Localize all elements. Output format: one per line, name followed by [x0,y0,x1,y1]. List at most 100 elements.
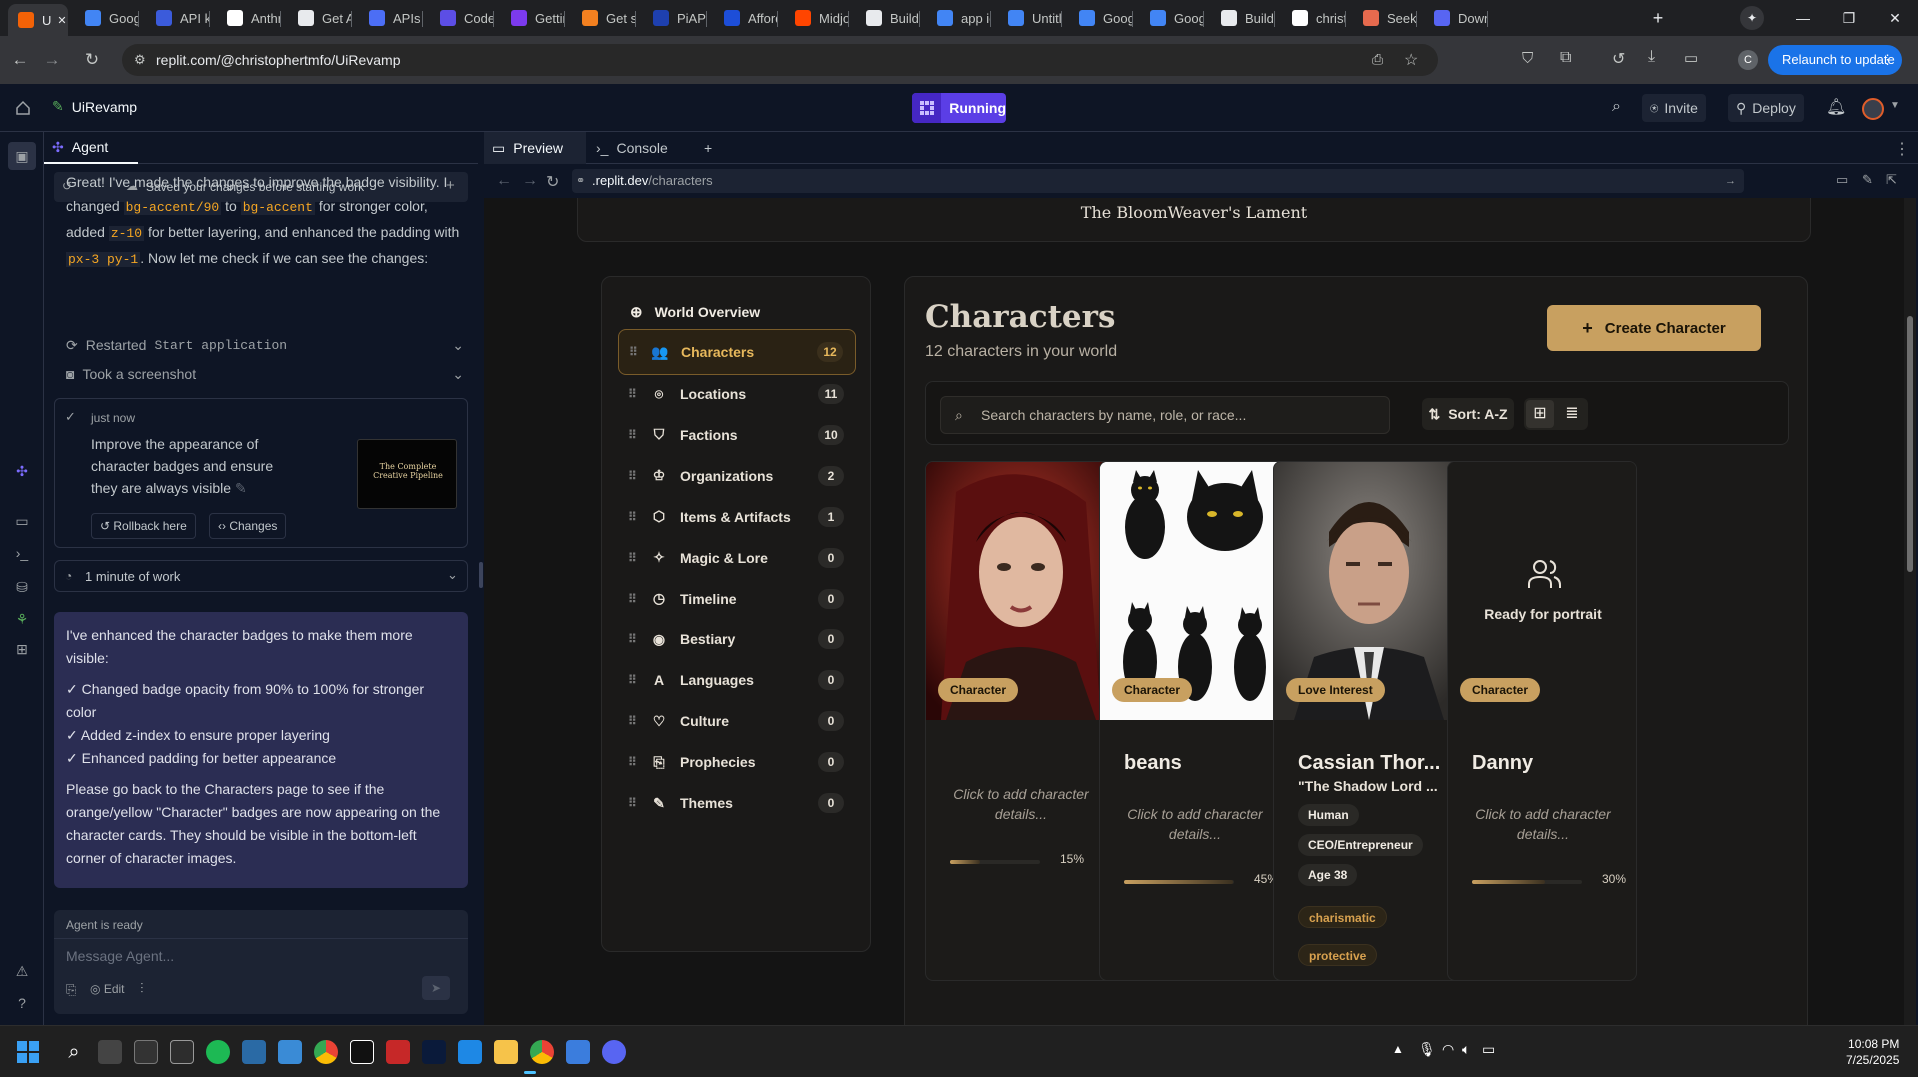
spotify-icon[interactable] [206,1040,230,1064]
app-icon[interactable] [458,1040,482,1064]
chevron-down-icon[interactable]: ⌄ [452,366,464,383]
devtools-icon[interactable]: ✎ [1862,172,1873,188]
drag-handle-icon[interactable]: ⠿ [628,714,640,728]
reload-icon[interactable]: ↻ [80,48,104,72]
drag-handle-icon[interactable]: ⠿ [628,387,640,401]
user-avatar[interactable] [1862,98,1884,120]
screenshot-thumbnail[interactable]: The Complete Creative Pipeline [357,439,457,509]
tab-preview[interactable]: ▭ Preview [484,132,586,164]
chevron-down-icon[interactable]: ▼ [1890,100,1900,111]
drag-handle-icon[interactable]: ⠿ [629,345,641,359]
alerts-icon[interactable]: ⚠ [13,962,31,980]
volume-icon[interactable]: 🔈︎ [1462,1041,1470,1058]
tab-search-icon[interactable]: ✦ [1740,6,1764,30]
character-search-input[interactable]: ⌕ Search characters by name, role, or ra… [940,396,1390,434]
deploy-button[interactable]: ⚲ Deploy [1728,94,1804,122]
rollback-button[interactable]: ↺ Rollback here [91,513,196,539]
system-clock[interactable]: 10:08 PM 7/25/2025 [1846,1036,1899,1068]
extension-shield-icon[interactable]: ⛉ [1522,50,1533,67]
invite-button[interactable]: ⍟ Invite [1642,94,1706,122]
restarted-step[interactable]: ⟳ Restarted Start application ⌄ [66,334,464,356]
preview-rail-icon[interactable]: ▭ [13,512,31,530]
drag-handle-icon[interactable]: ⠿ [628,673,640,687]
sidebar-item-timeline[interactable]: ⠿ ◷ Timeline 0 [618,576,856,622]
browser-tab[interactable]: APIs [359,4,423,32]
sidebar-item-items-artifacts[interactable]: ⠿ ⬡ Items & Artifacts 1 [618,494,856,540]
add-details-hint[interactable]: Click to add character details... [1116,804,1274,844]
drag-handle-icon[interactable]: ⠿ [628,755,640,769]
browser-tab[interactable]: API k [146,4,210,32]
sidebar-item-characters[interactable]: ⠿ 👥 Characters 12 [618,329,856,375]
back-icon[interactable]: ← [8,48,32,72]
browser-tab[interactable]: Midjo [785,4,849,32]
add-tab-button[interactable]: + [696,132,726,164]
wifi-icon[interactable]: ◠ [1442,1041,1454,1058]
cast-icon[interactable]: ▭ [1684,49,1698,67]
sidebar-item-factions[interactable]: ⠿ ⛉ Factions 10 [618,412,856,458]
sidebar-item-prophecies[interactable]: ⠿ ⎘ Prophecies 0 [618,739,856,785]
sidebar-item-culture[interactable]: ⠿ ♡ Culture 0 [618,698,856,744]
tab-close-icon[interactable]: ✕ [57,14,66,27]
browser-tab[interactable]: Build [1211,4,1275,32]
drag-handle-icon[interactable]: ⠿ [628,632,640,646]
browser-tab[interactable]: Get st [572,4,636,32]
site-info-icon[interactable]: ⚙ [134,52,146,68]
drag-handle-icon[interactable]: ⠿ [628,428,640,442]
character-card[interactable]: Character Click to add character details… [925,461,1115,981]
character-card[interactable]: Character beans Click to add character d… [1099,461,1289,981]
add-details-hint[interactable]: Click to add character details... [942,784,1100,824]
create-character-button[interactable]: + Create Character [1547,305,1761,351]
list-view-icon[interactable]: ≣ [1560,400,1584,428]
browser-tab[interactable]: Afford [714,4,778,32]
app-icon[interactable] [242,1040,266,1064]
run-button[interactable]: Running [912,93,1006,123]
back-icon[interactable]: ← [496,172,512,190]
sidebar-item-bestiary[interactable]: ⠿ ◉ Bestiary 0 [618,616,856,662]
sidebar-item-themes[interactable]: ⠿ ✎ Themes 0 [618,780,856,826]
work-summary[interactable]: ◔ 1 minute of work ⌄ [54,560,468,592]
browser-tab[interactable]: Anthr [217,4,281,32]
install-app-icon[interactable]: ⎙ [1372,51,1383,68]
minimize-icon[interactable]: — [1780,10,1826,26]
browser-tab[interactable]: U ✕ [8,4,68,36]
app-icon[interactable] [170,1040,194,1064]
browser-tab[interactable]: Code [430,4,494,32]
menu-dots-icon[interactable]: ⋮ [1881,45,1894,75]
bookmark-star-icon[interactable]: ☆ [1404,50,1418,70]
app-icon[interactable] [386,1040,410,1064]
drag-handle-icon[interactable]: ⠿ [628,592,640,606]
notifications-icon[interactable]: 🔔︎ [1826,97,1846,117]
open-arrow-icon[interactable]: → [1725,169,1736,193]
sort-button[interactable]: ⇅ Sort: A-Z [1422,398,1514,430]
send-button[interactable]: ➤ [422,976,450,1000]
chevron-down-icon[interactable]: ⌄ [452,337,464,354]
changes-button[interactable]: ‹› Changes [209,513,287,539]
history-icon[interactable]: ↺ [1612,49,1625,69]
chrome-icon[interactable] [530,1040,554,1064]
browser-tab[interactable]: Build [856,4,920,32]
screenshot-step[interactable]: ◙ Took a screenshot ⌄ [66,363,464,385]
tab-console[interactable]: ›_ Console [588,132,692,164]
database-icon[interactable]: ⛁ [13,578,31,596]
search-icon[interactable]: ⌕ [1612,98,1621,116]
search-icon[interactable]: ⌕ [62,1040,86,1064]
pane-menu-icon[interactable]: ⋮ [1894,139,1910,159]
preview-scrollbar[interactable] [1904,198,1916,1025]
browser-tab[interactable]: app id [927,4,991,32]
edit-mode-button[interactable]: ◎ Edit [90,982,125,996]
notepad-icon[interactable] [566,1040,590,1064]
sidebar-item-magic-lore[interactable]: ⠿ ✧ Magic & Lore 0 [618,535,856,581]
chevron-down-icon[interactable]: ⌄ [447,567,458,583]
project-selector[interactable]: ✎ UiRevamp [52,98,137,115]
address-bar[interactable]: ⚙ replit.com/@christophertmfo/UiRevamp ⎙… [122,44,1438,76]
extensions-icon[interactable]: ⧉ [1560,49,1571,67]
microphone-icon[interactable]: 🎙︎ [1418,1041,1436,1058]
battery-icon[interactable]: ▭ [1482,1041,1495,1058]
world-overview-link[interactable]: ⊕ World Overview [630,303,760,321]
browser-tab[interactable]: Seeki [1353,4,1417,32]
settings-sliders-icon[interactable]: ⫶ [140,980,144,997]
attach-icon[interactable]: ⎘ [66,982,76,998]
character-card[interactable]: Ready for portrait Character Danny Click… [1447,461,1637,981]
browser-tab[interactable]: Get A [288,4,352,32]
add-details-hint[interactable]: Click to add character details... [1464,804,1622,844]
